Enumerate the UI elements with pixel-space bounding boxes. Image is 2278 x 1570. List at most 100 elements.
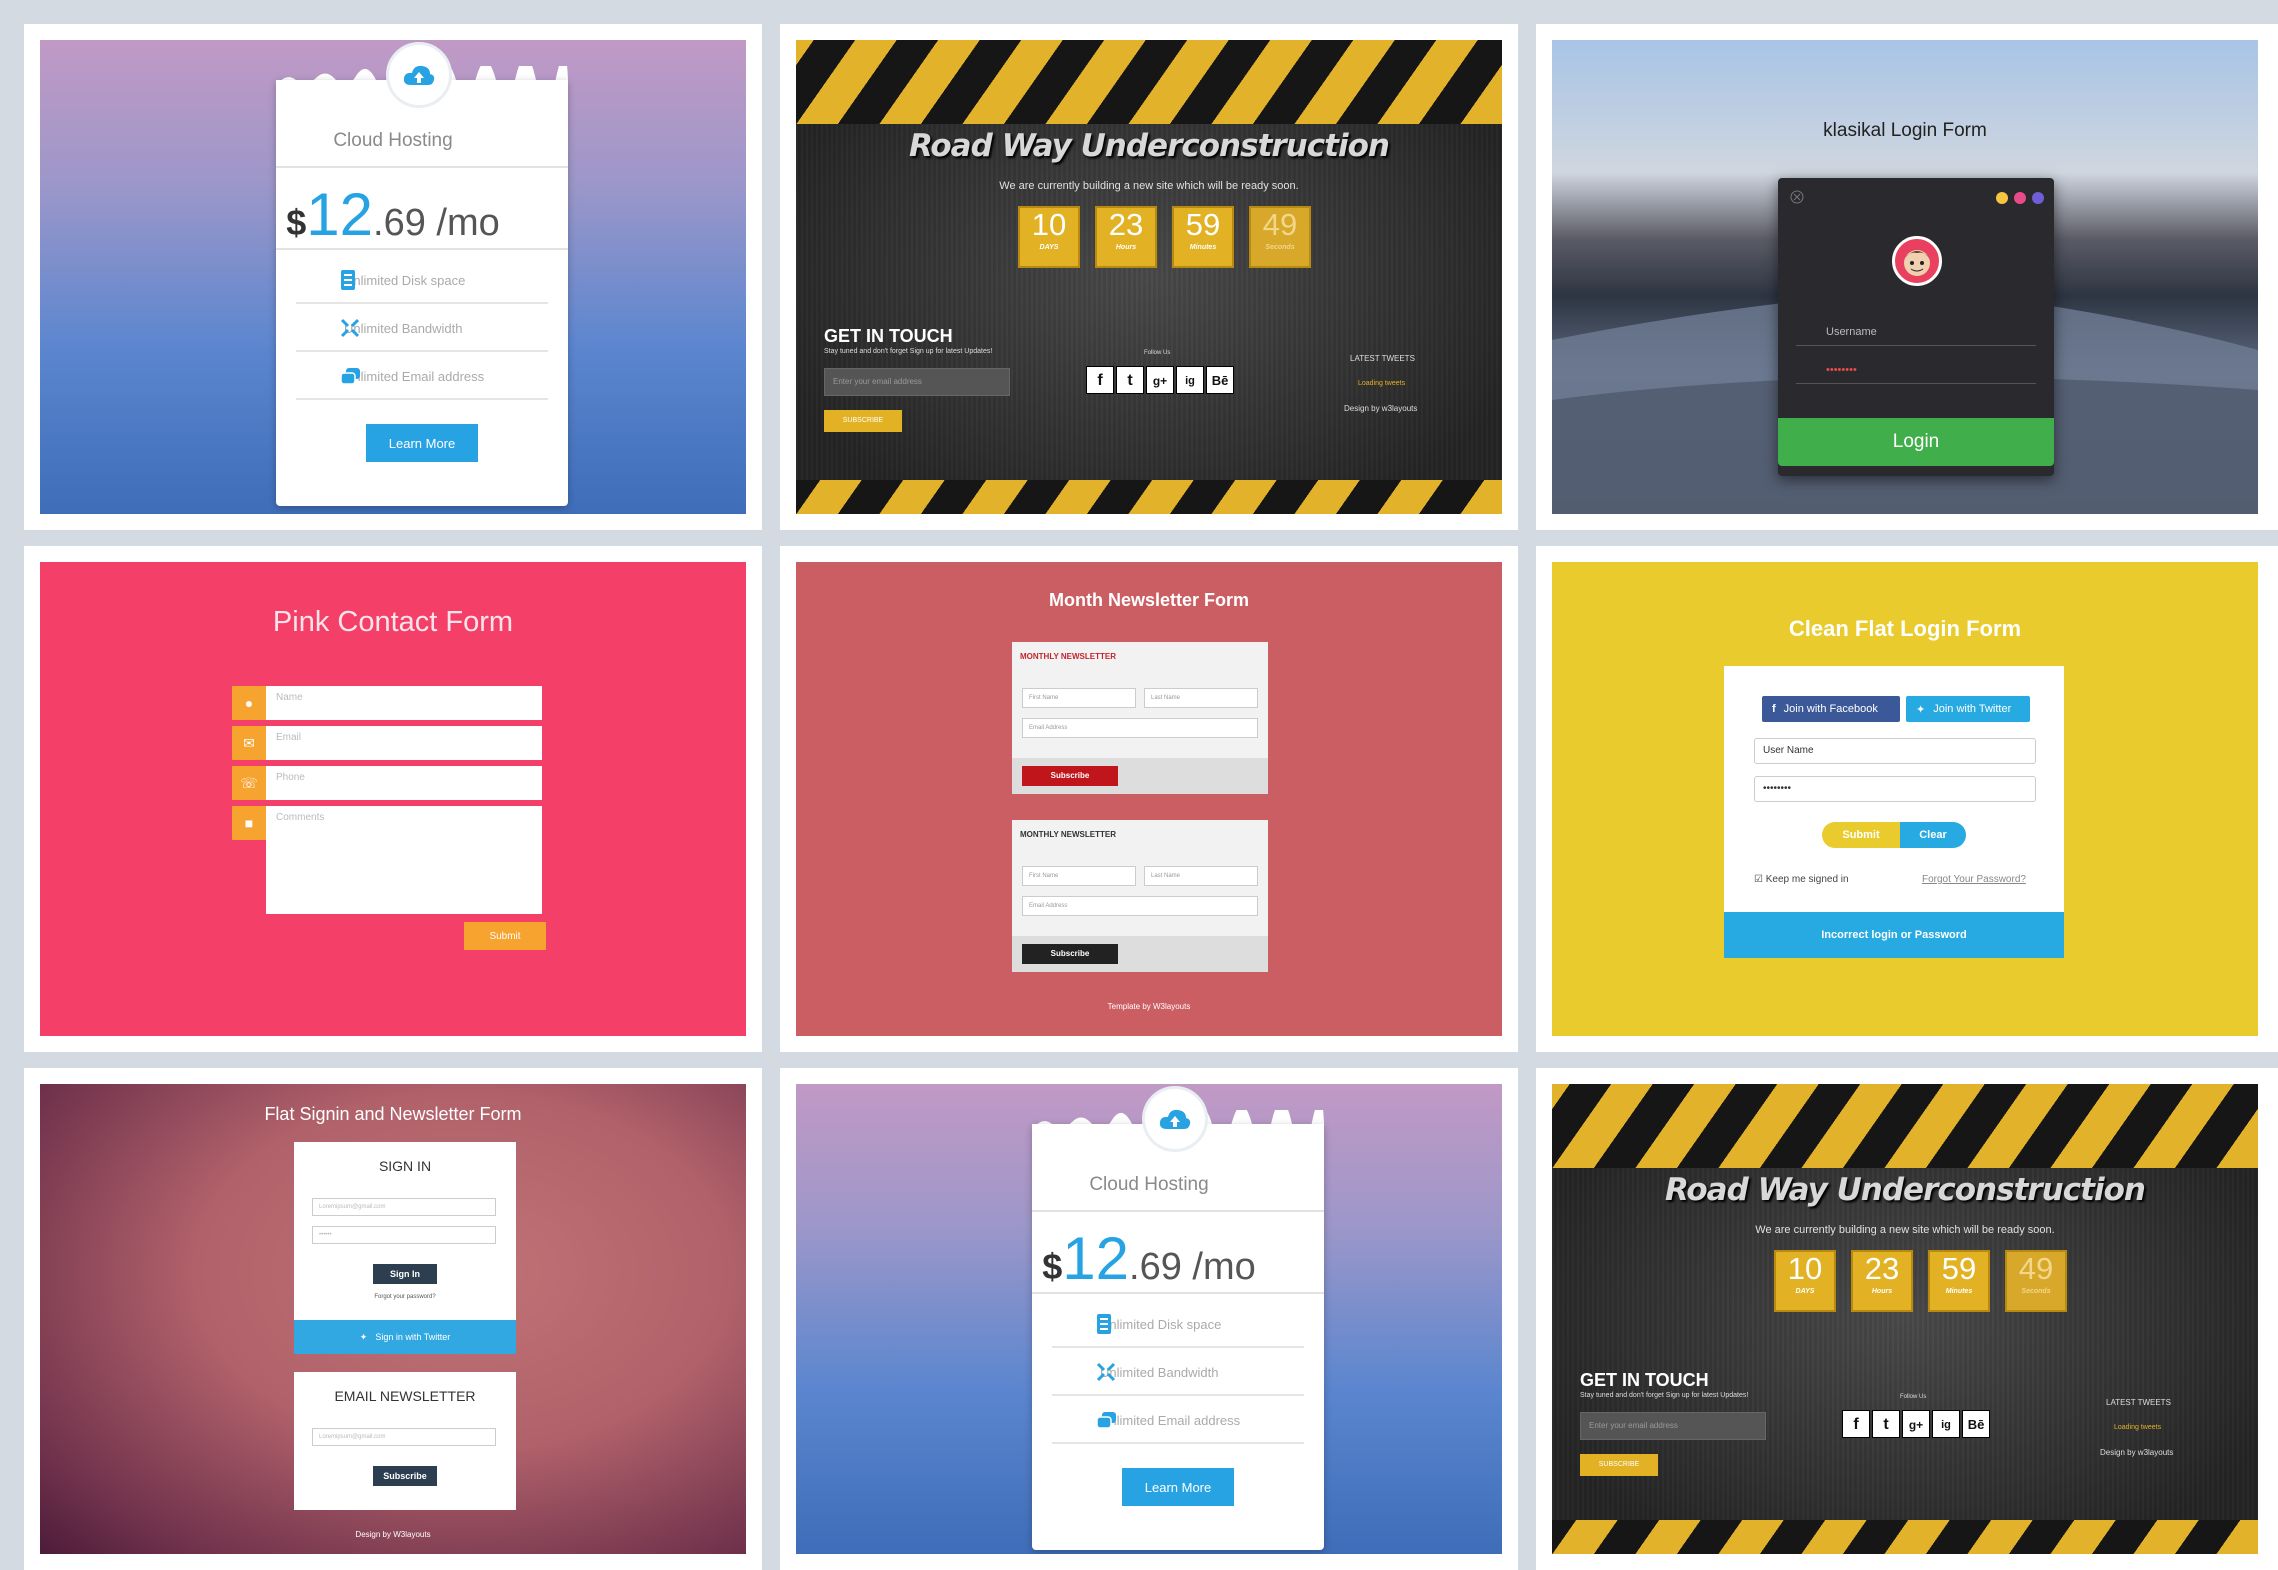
password-field[interactable]: •••••••• bbox=[1754, 776, 2036, 802]
contact-title: Pink Contact Form bbox=[272, 606, 514, 638]
login-button[interactable]: Login bbox=[1778, 418, 2054, 466]
subscribe-button[interactable]: Subscribe bbox=[1022, 944, 1118, 964]
follow-label: Follow Us bbox=[1144, 350, 1171, 356]
newsletter-email-field[interactable]: Loremipsum@gmail.com bbox=[312, 1428, 496, 1446]
template-tile-flat-signin[interactable]: Flat Signin and Newsletter Form SIGN IN … bbox=[24, 1068, 762, 1570]
newsletter-card: MONTHLY NEWSLETTER First Name Last Name … bbox=[1012, 820, 1268, 972]
email-field[interactable]: Loremipsum@gmail.com bbox=[312, 1198, 496, 1216]
subscribe-button[interactable]: Subscribe bbox=[1022, 766, 1118, 786]
forgot-password-link[interactable]: Forgot your password? bbox=[294, 1294, 516, 1300]
submit-button[interactable]: Submit bbox=[1822, 822, 1900, 848]
close-icon[interactable] bbox=[1790, 190, 1804, 204]
twitter-signin-button[interactable]: ✦ Sign in with Twitter bbox=[294, 1320, 516, 1354]
first-name-field[interactable]: First Name bbox=[1022, 866, 1136, 886]
name-field[interactable]: Name bbox=[266, 686, 542, 720]
subscribe-button[interactable]: SUBSCRIBE bbox=[1580, 1454, 1658, 1476]
bandwidth-icon bbox=[340, 318, 360, 338]
email-input[interactable]: Enter your email address bbox=[824, 368, 1010, 396]
newsletter-preview: Month Newsletter Form MONTHLY NEWSLETTER… bbox=[796, 562, 1502, 1036]
get-in-touch-heading: GET IN TOUCH bbox=[824, 326, 953, 346]
clear-button[interactable]: Clear bbox=[1900, 822, 1966, 848]
behance-icon[interactable]: Bē bbox=[1206, 366, 1234, 394]
comment-icon: ■ bbox=[232, 806, 266, 840]
template-tile-cloud-hosting[interactable]: Cloud Hosting $12.69 /mo Unlimited Disk … bbox=[780, 1068, 1518, 1570]
twitter-button[interactable]: ✦ Join with Twitter bbox=[1906, 696, 2030, 722]
feature-label: Unlimited Disk space bbox=[1100, 1316, 1222, 1332]
username-field[interactable]: User Name bbox=[1754, 738, 2036, 764]
behance-icon[interactable]: Bē bbox=[1962, 1410, 1990, 1438]
keep-signed-in-checkbox[interactable]: ☑ Keep me signed in bbox=[1754, 874, 1849, 885]
subscribe-button[interactable]: SUBSCRIBE bbox=[824, 410, 902, 432]
instagram-icon[interactable]: ig bbox=[1176, 366, 1204, 394]
google-plus-icon[interactable]: g+ bbox=[1146, 366, 1174, 394]
price-major: 12 bbox=[306, 181, 374, 248]
facebook-label: Join with Facebook bbox=[1783, 703, 1878, 715]
learn-more-button[interactable]: Learn More bbox=[366, 424, 478, 462]
price-currency: $ bbox=[286, 202, 307, 243]
yellow-dot-icon bbox=[1996, 192, 2008, 204]
last-name-field[interactable]: Last Name bbox=[1144, 688, 1258, 708]
cloud-hosting-preview: Cloud Hosting $12.69 /mo Unlimited Disk … bbox=[40, 40, 746, 514]
facebook-icon[interactable]: f bbox=[1842, 1410, 1870, 1438]
countdown-value: 10 bbox=[1031, 207, 1067, 242]
newsletter-heading: EMAIL NEWSLETTER bbox=[334, 1388, 476, 1404]
email-input[interactable]: Enter your email address bbox=[1580, 1412, 1766, 1440]
email-icon: ✉ bbox=[232, 726, 266, 760]
template-tile-clean-flat-login[interactable]: Clean Flat Login Form f Join with Faceboo… bbox=[1536, 546, 2278, 1052]
template-tile-underconstruction[interactable]: Road Way Underconstruction We are curren… bbox=[1536, 1068, 2278, 1570]
twitter-icon[interactable]: t bbox=[1116, 366, 1144, 394]
email-field[interactable]: Email Address bbox=[1022, 718, 1258, 738]
countdown-value: 23 bbox=[1864, 1251, 1900, 1286]
email-field[interactable]: Email bbox=[266, 726, 542, 760]
countdown-value: 23 bbox=[1108, 207, 1144, 242]
latest-tweets-label: LATEST TWEETS bbox=[1350, 354, 1415, 363]
twitter-icon[interactable]: t bbox=[1872, 1410, 1900, 1438]
forgot-password-link[interactable]: Forgot Your Password? bbox=[1922, 874, 2026, 885]
construction-subtitle: We are currently building a new site whi… bbox=[1755, 1224, 2055, 1236]
template-tile-cloud-hosting[interactable]: Cloud Hosting $12.69 /mo Unlimited Disk … bbox=[24, 24, 762, 530]
feature-label: Unlimited Bandwidth bbox=[344, 320, 463, 336]
instagram-icon[interactable]: ig bbox=[1932, 1410, 1960, 1438]
signin-button[interactable]: Sign In bbox=[373, 1264, 437, 1284]
cloud-hosting-preview: Cloud Hosting $12.69 /mo Unlimited Disk … bbox=[796, 1084, 1502, 1554]
countdown-label: DAYS bbox=[1039, 244, 1059, 251]
facebook-icon[interactable]: f bbox=[1086, 366, 1114, 394]
comments-field[interactable]: Comments bbox=[266, 806, 542, 914]
first-name-field[interactable]: First Name bbox=[1022, 688, 1136, 708]
email-field[interactable]: Email Address bbox=[1022, 896, 1258, 916]
template-gallery: Cloud Hosting $12.69 /mo Unlimited Disk … bbox=[0, 0, 2278, 1570]
signin-title: Flat Signin and Newsletter Form bbox=[264, 1104, 522, 1124]
phone-field[interactable]: Phone bbox=[266, 766, 542, 800]
plan-title: Cloud Hosting bbox=[1089, 1174, 1209, 1195]
phone-icon: ☏ bbox=[232, 766, 266, 800]
twitter-label: Join with Twitter bbox=[1933, 703, 2012, 715]
learn-more-button[interactable]: Learn More bbox=[1122, 1468, 1234, 1506]
loading-tweets: Loading tweets bbox=[2114, 1424, 2162, 1431]
password-field[interactable]: •••••• bbox=[312, 1226, 496, 1244]
feature-item: Unlimited Bandwidth bbox=[1052, 1350, 1304, 1396]
submit-button[interactable]: Submit bbox=[464, 922, 546, 950]
template-tile-newsletter[interactable]: Month Newsletter Form MONTHLY NEWSLETTER… bbox=[780, 546, 1518, 1052]
checkbox-icon: ☑ bbox=[1754, 874, 1766, 885]
facebook-button[interactable]: f Join with Facebook bbox=[1762, 696, 1900, 722]
template-tile-pink-contact[interactable]: Pink Contact Form ● Name ✉ Email ☏ Phone… bbox=[24, 546, 762, 1052]
pink-dot-icon bbox=[2014, 192, 2026, 204]
hazard-stripes-bottom bbox=[796, 480, 1502, 514]
username-field[interactable]: Username bbox=[1796, 318, 2036, 346]
password-field[interactable]: •••••••• bbox=[1796, 356, 2036, 384]
twitter-icon: ✦ bbox=[1916, 703, 1926, 716]
get-in-touch-heading: GET IN TOUCH bbox=[1580, 1370, 1709, 1390]
countdown-minutes: 59 Minutes bbox=[1928, 1250, 1990, 1312]
google-plus-icon[interactable]: g+ bbox=[1902, 1410, 1930, 1438]
twitter-label: Sign in with Twitter bbox=[375, 1332, 451, 1342]
template-tile-underconstruction[interactable]: Road Way Underconstruction We are curren… bbox=[780, 24, 1518, 530]
countdown-value: 59 bbox=[1941, 1251, 1977, 1286]
subscribe-button[interactable]: Subscribe bbox=[373, 1466, 437, 1486]
get-in-touch-subtitle: Stay tuned and don't forget Sign up for … bbox=[824, 348, 993, 355]
email-icon bbox=[340, 366, 360, 386]
countdown-hours: 23 Hours bbox=[1095, 206, 1157, 268]
cloud-upload-icon bbox=[1142, 1086, 1208, 1152]
template-tile-klasikal-login[interactable]: klasikal Login Form Username •••••••• Lo… bbox=[1536, 24, 2278, 530]
plan-price: $12.69 /mo bbox=[796, 1224, 1502, 1293]
last-name-field[interactable]: Last Name bbox=[1144, 866, 1258, 886]
